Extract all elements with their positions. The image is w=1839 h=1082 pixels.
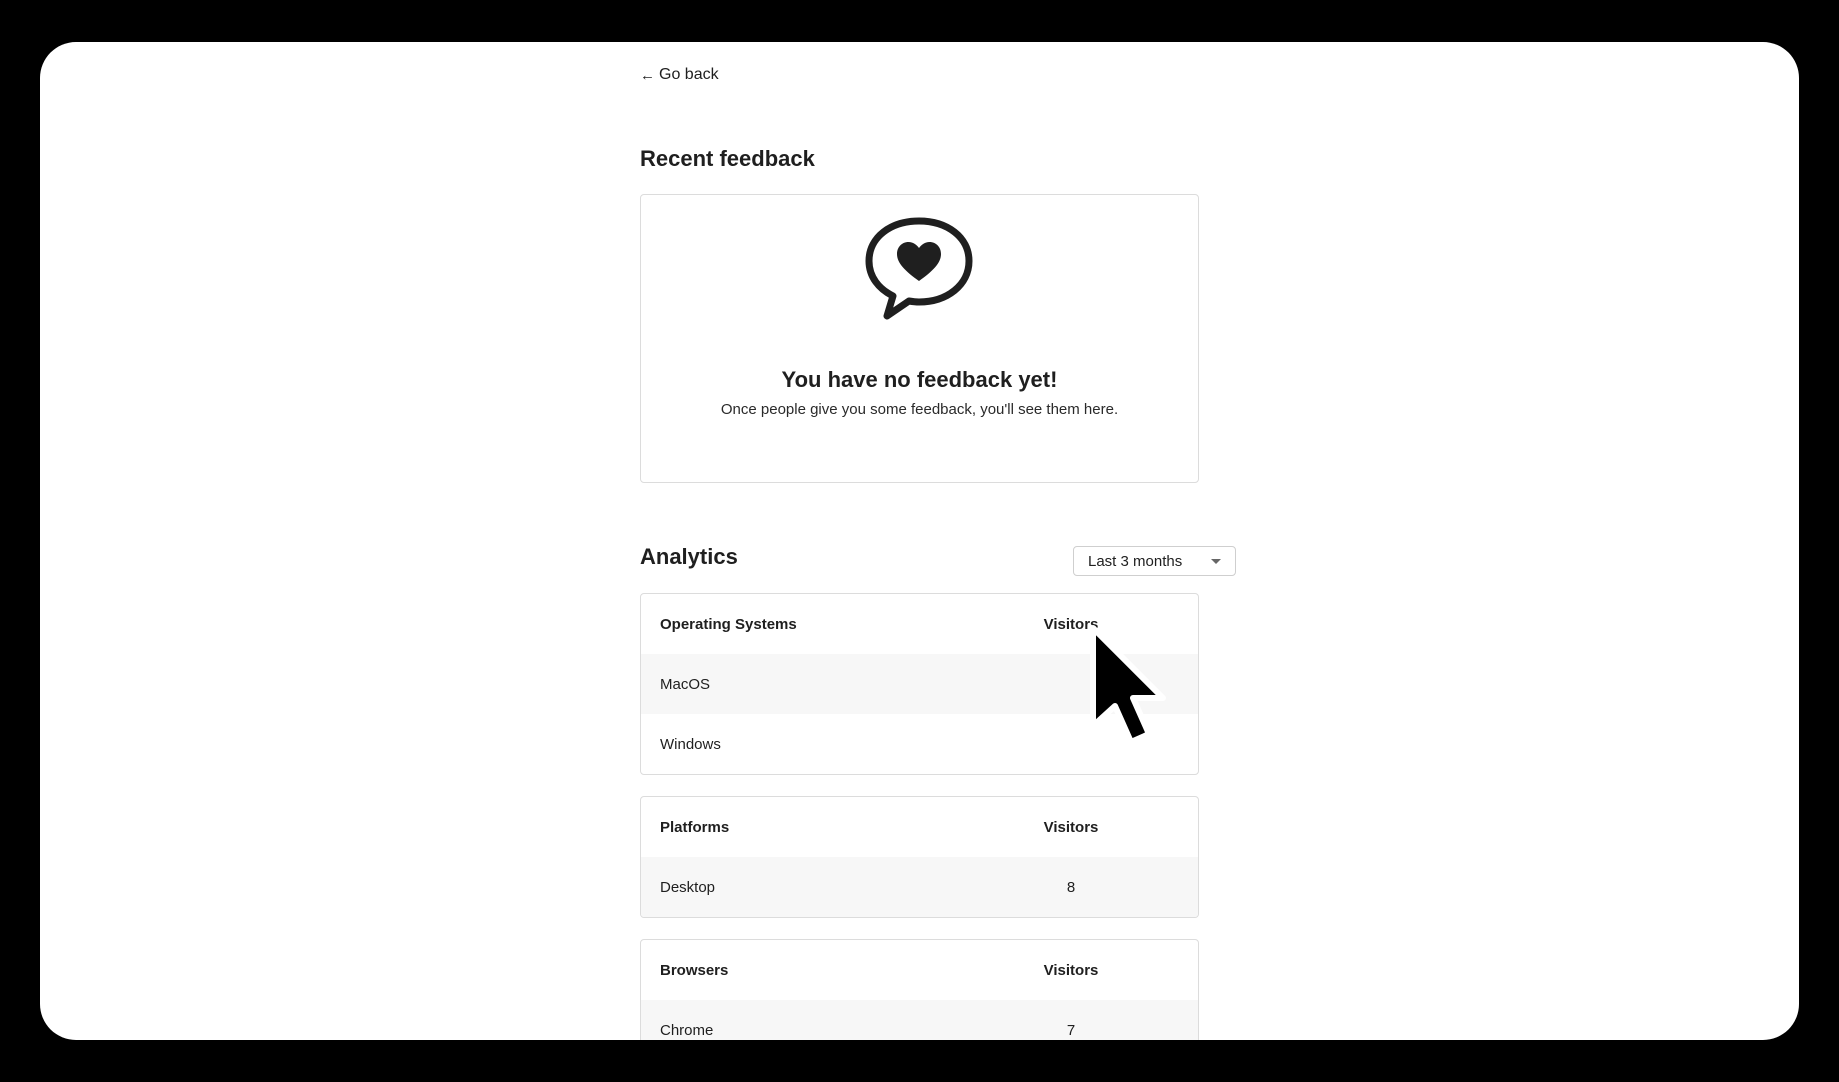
table-cell: 7: [1066, 1021, 1076, 1039]
go-back-label: Go back: [659, 66, 719, 83]
table-cell: Chrome: [660, 1021, 714, 1039]
empty-state-subtitle: Once people give you some feedback, you'…: [720, 401, 1119, 418]
table-cell: MacOS: [660, 675, 711, 693]
go-back-link[interactable]: ← Go back: [640, 66, 719, 84]
app-window: ← Go back Recent feedback You have no fe…: [40, 42, 1799, 1040]
table-header-row: Browsers Visitors: [641, 940, 1198, 1000]
feedback-empty-card: You have no feedback yet! Once people gi…: [640, 194, 1199, 483]
column-header: Operating Systems: [660, 615, 797, 633]
chevron-down-icon: [1211, 559, 1221, 564]
table-cell: Desktop: [660, 878, 716, 896]
table-row: Chrome 7: [641, 1000, 1198, 1040]
heart-speech-bubble-icon: [865, 217, 973, 320]
column-header: Platforms: [660, 818, 730, 836]
empty-state-title: You have no feedback yet!: [781, 367, 1058, 392]
platforms-table: Platforms Visitors Desktop 8: [640, 796, 1199, 918]
mouse-pointer-icon: [1090, 625, 1166, 745]
column-header: Visitors: [1043, 818, 1099, 836]
table-cell: 8: [1066, 878, 1076, 896]
arrow-left-icon: ←: [640, 66, 655, 84]
table-cell: Windows: [660, 735, 721, 753]
date-range-select[interactable]: Last 3 months: [1073, 546, 1236, 576]
table-row: Desktop 8: [641, 857, 1198, 917]
table-header-row: Platforms Visitors: [641, 797, 1198, 857]
recent-feedback-title: Recent feedback: [640, 146, 815, 171]
date-range-value: Last 3 months: [1088, 552, 1183, 570]
column-header: Browsers: [660, 961, 729, 979]
column-header: Visitors: [1043, 961, 1099, 979]
browsers-table: Browsers Visitors Chrome 7: [640, 939, 1199, 1040]
analytics-title: Analytics: [640, 544, 738, 569]
